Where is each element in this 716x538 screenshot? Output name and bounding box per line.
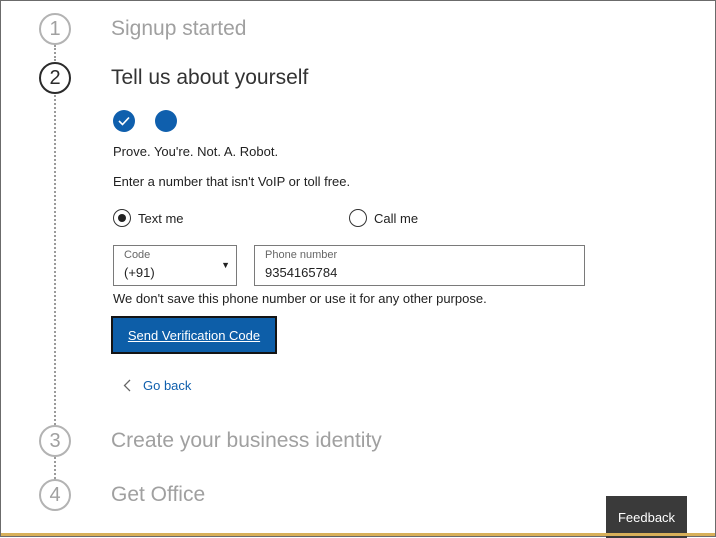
step-1-title: Signup started: [111, 17, 247, 40]
stepper-line: [54, 95, 56, 425]
phone-number-value: 9354165784: [265, 265, 338, 280]
chevron-left-icon: [123, 379, 131, 392]
step-4-title: Get Office: [111, 483, 206, 506]
country-code-label: Code: [124, 249, 151, 261]
phone-number-input[interactable]: Phone number 9354165784: [254, 245, 585, 286]
step-2-indicator: 2: [39, 62, 71, 94]
go-back-label: Go back: [143, 378, 192, 393]
progress-dot-current: [155, 110, 177, 132]
dropdown-arrow-icon: ▼: [221, 260, 230, 270]
phone-number-label: Phone number: [265, 249, 338, 261]
country-code-value: (+91): [124, 265, 155, 280]
check-icon: [118, 116, 130, 126]
step-1-indicator: 1: [39, 13, 71, 45]
text-me-label[interactable]: Text me: [138, 211, 184, 226]
prove-heading: Prove. You're. Not. A. Robot.: [113, 144, 279, 159]
frame-accent-border: [1, 533, 715, 536]
stepper-line: [54, 457, 56, 479]
instruction-text: Enter a number that isn't VoIP or toll f…: [113, 174, 351, 189]
step-1-number: 1: [49, 17, 61, 40]
privacy-note: We don't save this phone number or use i…: [113, 291, 487, 306]
progress-dot-complete: [113, 110, 135, 132]
text-me-radio[interactable]: [113, 209, 131, 227]
step-2-number: 2: [49, 66, 61, 89]
step-3-title: Create your business identity: [111, 429, 382, 452]
stepper-line: [54, 45, 56, 61]
step-4-number: 4: [49, 483, 61, 506]
call-me-label[interactable]: Call me: [374, 211, 418, 226]
go-back-link[interactable]: Go back: [123, 378, 191, 393]
radio-selected-dot: [118, 214, 126, 222]
step-2-title: Tell us about yourself: [111, 66, 309, 89]
step-3-number: 3: [49, 429, 61, 452]
send-verification-code-button[interactable]: Send Verification Code: [111, 316, 277, 354]
call-me-radio[interactable]: [349, 209, 367, 227]
step-3-indicator: 3: [39, 425, 71, 457]
country-code-select[interactable]: Code (+91) ▼: [113, 245, 237, 286]
feedback-button[interactable]: Feedback: [606, 496, 687, 538]
step-4-indicator: 4: [39, 479, 71, 511]
